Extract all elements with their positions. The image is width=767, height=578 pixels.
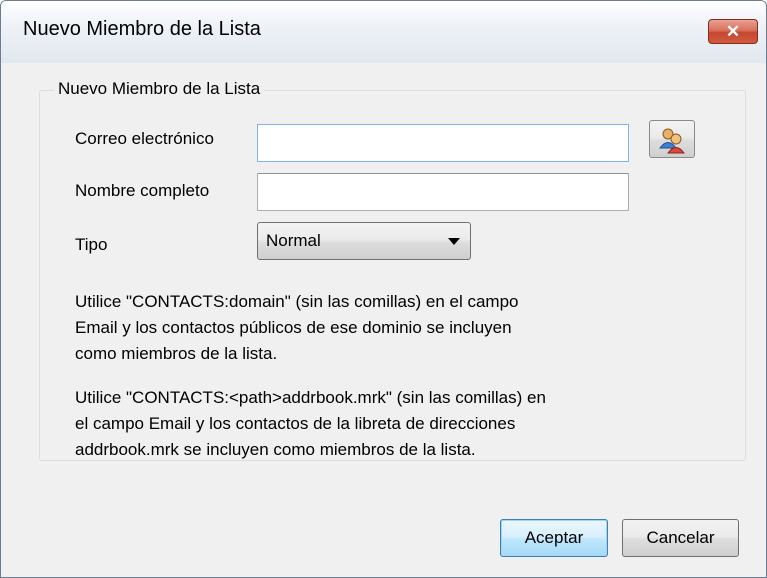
- help-line: Email y los contactos públicos de ese do…: [75, 318, 512, 337]
- email-input[interactable]: [258, 125, 628, 161]
- help-line: addrbook.mrk se incluyen como miembros d…: [75, 440, 476, 459]
- dialog-body: Nuevo Miembro de la Lista Correo electró…: [9, 63, 758, 577]
- title-bar[interactable]: Nuevo Miembro de la Lista ✕: [1, 1, 766, 63]
- type-select-value: Normal: [266, 231, 321, 250]
- help-text-domain: Utilice "CONTACTS:domain" (sin las comil…: [75, 289, 695, 367]
- dialog-window: Nuevo Miembro de la Lista ✕ Nuevo Miembr…: [0, 0, 767, 578]
- member-groupbox: Nuevo Miembro de la Lista Correo electró…: [39, 79, 746, 463]
- help-line: como miembros de la lista.: [75, 344, 278, 363]
- ok-button[interactable]: Aceptar: [500, 519, 608, 557]
- close-icon: ✕: [725, 22, 741, 41]
- address-book-button[interactable]: [649, 120, 695, 158]
- close-button[interactable]: ✕: [708, 19, 758, 44]
- address-book-icon: [659, 128, 685, 154]
- email-field[interactable]: [257, 124, 629, 162]
- window-title: Nuevo Miembro de la Lista: [23, 18, 261, 40]
- help-line: Utilice "CONTACTS:domain" (sin las comil…: [75, 292, 519, 311]
- chevron-down-icon: [448, 238, 460, 245]
- groupbox-legend: Nuevo Miembro de la Lista: [54, 79, 265, 99]
- type-label: Tipo: [75, 235, 108, 254]
- fullname-field[interactable]: [257, 173, 629, 211]
- email-label: Correo electrónico: [75, 129, 214, 148]
- help-line: Utilice "CONTACTS:<path>addrbook.mrk" (s…: [75, 388, 546, 407]
- fullname-label: Nombre completo: [75, 181, 210, 200]
- fullname-input[interactable]: [258, 174, 628, 210]
- help-text-addrbook: Utilice "CONTACTS:<path>addrbook.mrk" (s…: [75, 385, 695, 463]
- type-select[interactable]: Normal: [257, 222, 471, 260]
- help-line: el campo Email y los contactos de la lib…: [75, 414, 516, 433]
- cancel-button[interactable]: Cancelar: [622, 519, 739, 557]
